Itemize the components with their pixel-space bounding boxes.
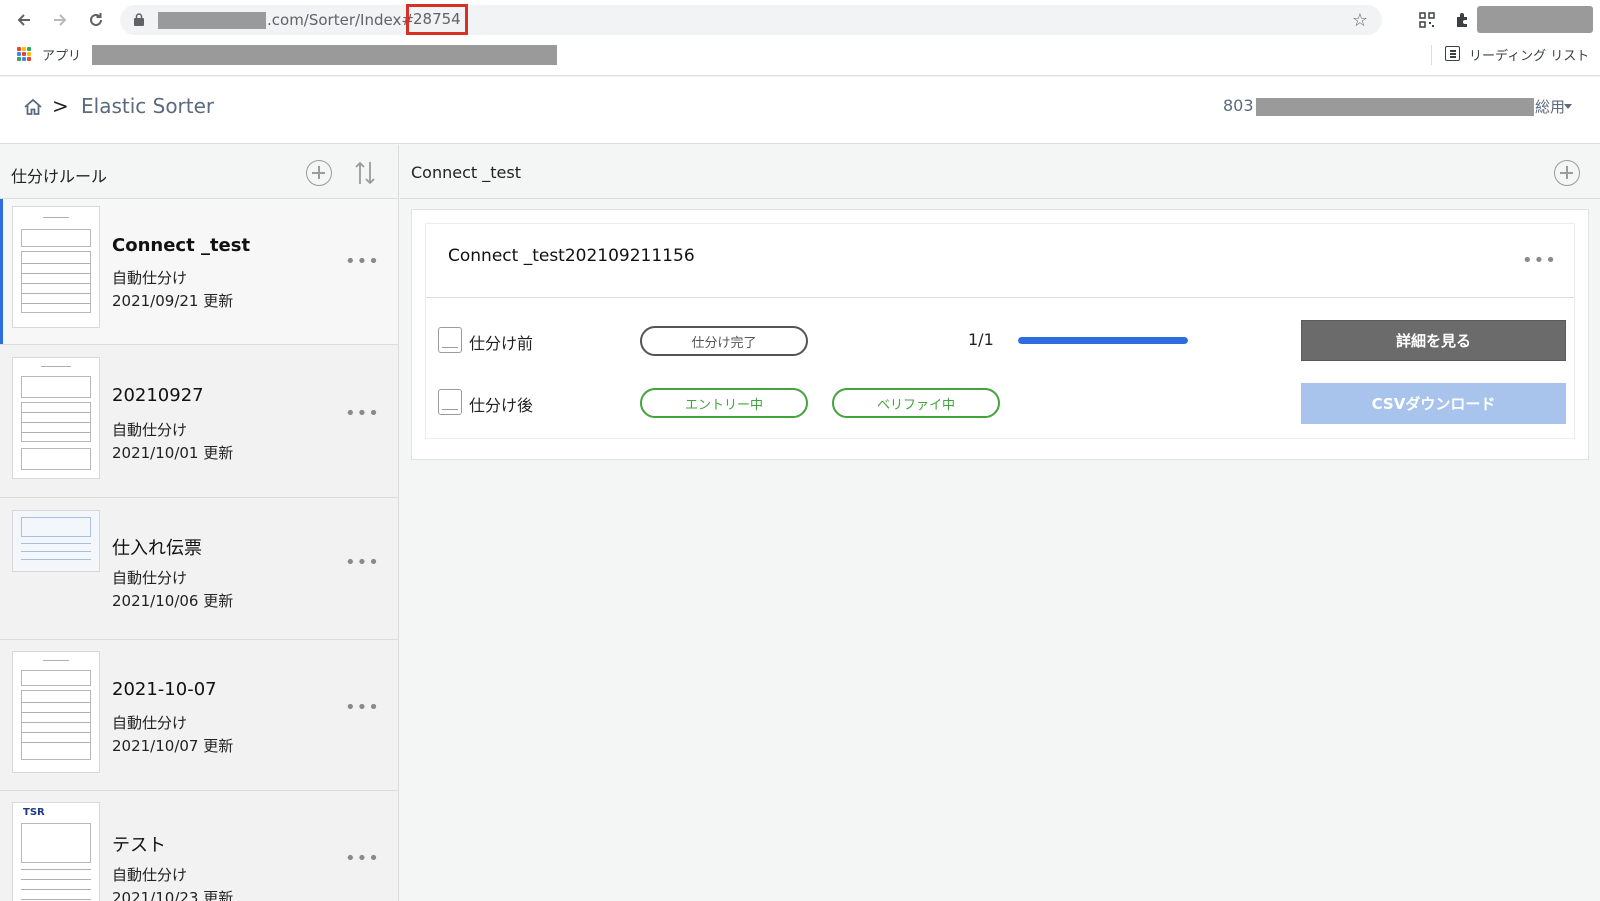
back-icon[interactable] xyxy=(12,8,36,32)
redacted-user-name xyxy=(1256,98,1534,116)
document-thumbnail xyxy=(12,357,100,479)
reading-list-label[interactable]: リーディング リスト xyxy=(1469,45,1589,64)
rule-name: Connect _test xyxy=(112,235,251,256)
redacted-profile xyxy=(1477,6,1593,33)
add-batch-icon[interactable] xyxy=(1554,160,1580,186)
more-options-icon[interactable]: ••• xyxy=(345,848,380,869)
app-header: > Elastic Sorter 803 総用 xyxy=(0,77,1600,144)
url-hash-highlight: 28754 xyxy=(406,4,468,35)
sort-icon[interactable] xyxy=(354,160,376,186)
tray-icon xyxy=(438,327,462,353)
bookmarks-divider xyxy=(1431,45,1432,65)
rule-updated-date: 2021/09/21 更新 xyxy=(112,292,234,310)
bookmarks-bar: アプリ リーディング リスト xyxy=(0,40,1600,76)
rule-detail-header: Connect _test xyxy=(400,145,1600,199)
status-badge-verify: ベリファイ中 xyxy=(832,388,1000,418)
user-role[interactable]: 総用 xyxy=(1535,96,1565,117)
rule-updated-date: 2021/10/07 更新 xyxy=(112,737,234,755)
url-path: .com/Sorter/Index# xyxy=(267,11,414,29)
rule-type: 自動仕分け xyxy=(112,714,188,732)
sorted-count: 1/1 xyxy=(968,330,994,349)
tray-icon xyxy=(438,389,462,415)
lock-icon xyxy=(134,13,144,26)
rule-updated-date: 2021/10/23 更新 xyxy=(112,889,234,901)
more-options-icon[interactable]: ••• xyxy=(345,403,380,424)
chevron-down-icon[interactable] xyxy=(1564,104,1572,109)
rule-list-panel: 仕分けルール Connect _test 自動仕分け 2021/09/21 更新… xyxy=(0,145,399,901)
rule-type: 自動仕分け xyxy=(112,269,188,287)
stage-label-before: 仕分け前 xyxy=(469,334,534,353)
rule-type: 自動仕分け xyxy=(112,569,188,587)
more-options-icon[interactable]: ••• xyxy=(345,251,380,272)
rule-type: 自動仕分け xyxy=(112,866,188,884)
rule-item[interactable]: 2021-10-07 自動仕分け 2021/10/07 更新 ••• xyxy=(0,640,398,791)
batch-card: Connect _test202109211156 ••• 仕分け前 仕分け完了… xyxy=(425,223,1575,439)
sorting-progress-bar xyxy=(1018,337,1188,344)
card-divider xyxy=(426,297,1574,298)
add-rule-icon[interactable] xyxy=(306,160,332,186)
document-thumbnail xyxy=(12,651,100,773)
document-thumbnail xyxy=(12,510,100,572)
rule-updated-date: 2021/10/06 更新 xyxy=(112,592,234,610)
stage-label-after: 仕分け後 xyxy=(469,396,534,415)
batch-card-container: Connect _test202109211156 ••• 仕分け前 仕分け完了… xyxy=(411,209,1589,460)
apps-label[interactable]: アプリ xyxy=(42,45,81,64)
rule-item[interactable]: 20210927 自動仕分け 2021/10/01 更新 ••• xyxy=(0,345,398,498)
rule-item[interactable]: 仕入れ伝票 自動仕分け 2021/10/06 更新 ••• xyxy=(0,498,398,640)
document-thumbnail: TSR xyxy=(12,802,100,901)
document-thumbnail xyxy=(12,206,100,328)
rule-name: 2021-10-07 xyxy=(112,679,217,700)
rule-item[interactable]: TSR テスト 自動仕分け 2021/10/23 更新 ••• xyxy=(0,791,398,901)
user-id[interactable]: 803 xyxy=(1223,96,1254,115)
bookmark-star-icon[interactable]: ☆ xyxy=(1352,10,1368,31)
app-title[interactable]: Elastic Sorter xyxy=(81,94,214,118)
redacted-domain xyxy=(158,12,266,29)
sorting-progress-fill xyxy=(1018,337,1188,344)
home-icon[interactable] xyxy=(23,97,43,117)
reload-icon[interactable] xyxy=(84,8,108,32)
more-options-icon[interactable]: ••• xyxy=(1522,250,1557,271)
extensions-icon[interactable] xyxy=(1451,9,1473,31)
rule-updated-date: 2021/10/01 更新 xyxy=(112,444,234,462)
rule-item[interactable]: Connect _test 自動仕分け 2021/09/21 更新 ••• xyxy=(0,199,398,345)
batch-name: Connect _test202109211156 xyxy=(448,246,695,266)
reading-list-icon[interactable] xyxy=(1445,46,1460,61)
redacted-bookmarks xyxy=(92,45,557,65)
qr-code-icon[interactable] xyxy=(1416,9,1438,31)
more-options-icon[interactable]: ••• xyxy=(345,552,380,573)
rule-name: テスト xyxy=(112,835,166,856)
status-badge-sorted: 仕分け完了 xyxy=(640,326,808,356)
rule-name: 仕入れ伝票 xyxy=(112,538,202,559)
tsr-logo: TSR xyxy=(23,807,45,818)
rule-type: 自動仕分け xyxy=(112,421,188,439)
apps-grid-icon[interactable] xyxy=(17,47,31,61)
rule-list-title: 仕分けルール xyxy=(11,167,108,186)
status-badge-entry: エントリー中 xyxy=(640,388,808,418)
more-options-icon[interactable]: ••• xyxy=(345,697,380,718)
view-details-button[interactable]: 詳細を見る xyxy=(1301,320,1566,361)
rule-list-header: 仕分けルール xyxy=(0,145,398,199)
breadcrumb-separator: > xyxy=(52,94,69,118)
address-bar[interactable]: .com/Sorter/Index# 28754 ☆ xyxy=(120,4,1382,35)
forward-icon[interactable] xyxy=(48,8,72,32)
rule-detail-title: Connect _test xyxy=(411,163,521,182)
rule-name: 20210927 xyxy=(112,385,204,406)
browser-toolbar: .com/Sorter/Index# 28754 ☆ xyxy=(0,0,1600,40)
csv-download-button[interactable]: CSVダウンロード xyxy=(1301,383,1566,424)
